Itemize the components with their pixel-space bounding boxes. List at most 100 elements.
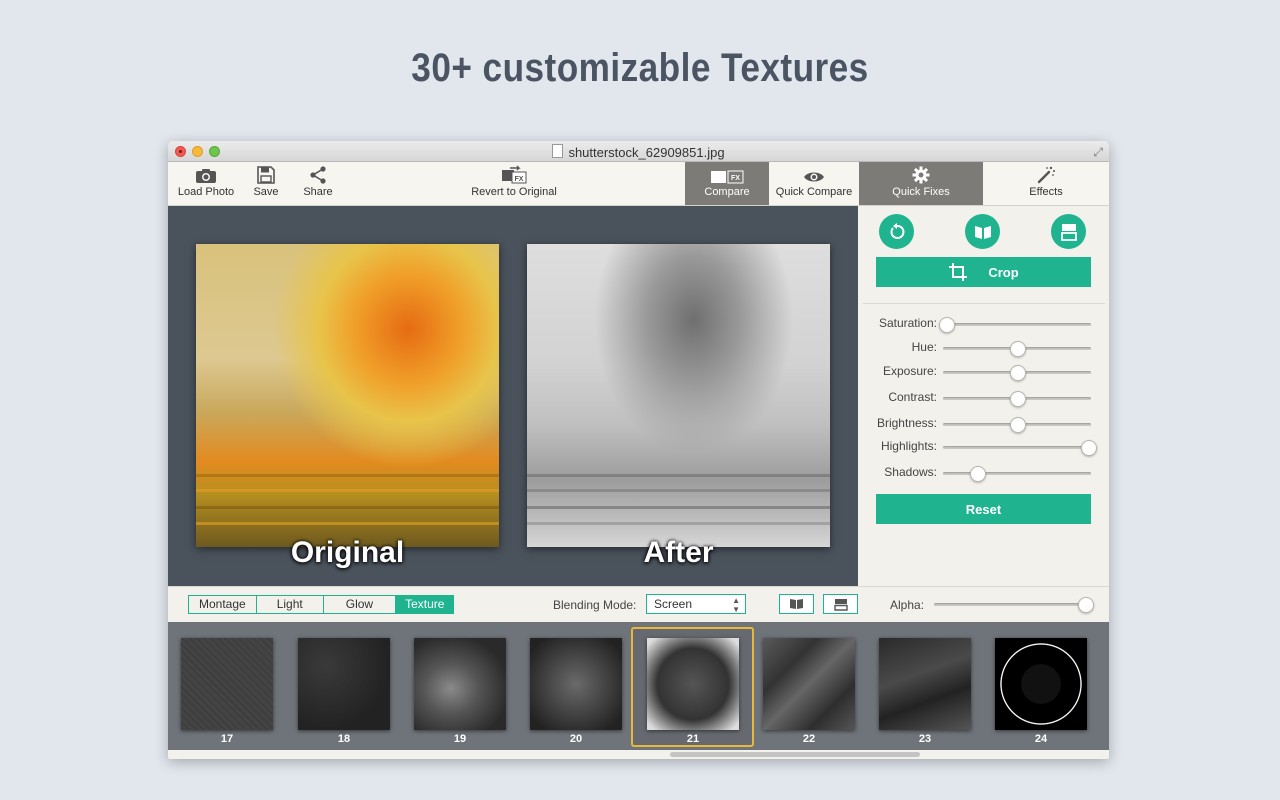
quick-compare-label: Quick Compare	[775, 186, 853, 198]
slider-knob[interactable]	[970, 466, 987, 482]
blending-mode-label: Blending Mode:	[553, 598, 637, 612]
save-label: Save	[253, 186, 279, 198]
quick-compare-button[interactable]: Quick Compare	[769, 162, 859, 205]
effects-tab[interactable]: Effects	[983, 162, 1109, 205]
texture-thumbnail[interactable]	[181, 638, 273, 730]
alpha-label: Alpha:	[890, 598, 925, 612]
original-photo	[196, 244, 499, 547]
slider-label: Contrast:	[888, 390, 937, 404]
texture-number: 18	[337, 733, 351, 745]
texture-flip-horizontal-button[interactable]	[779, 594, 814, 614]
after-caption: After	[643, 536, 714, 569]
panel-divider	[863, 303, 1105, 304]
load-photo-label: Load Photo	[177, 186, 235, 198]
share-button[interactable]: Share	[298, 162, 338, 205]
fullscreen-icon[interactable]: ⤢	[1093, 145, 1103, 160]
blend-category-tabs: Montage Light Glow Texture	[188, 595, 455, 614]
magic-wand-icon	[1037, 166, 1055, 184]
texture-number: 17	[220, 733, 234, 745]
revert-to-original-button[interactable]: FX Revert to Original	[468, 162, 560, 205]
alpha-slider-knob[interactable]	[1078, 597, 1095, 613]
texture-thumbnail[interactable]	[414, 638, 506, 730]
crop-label: Crop	[988, 264, 1019, 280]
tab-glow[interactable]: Glow	[324, 596, 397, 613]
adjustment-slider[interactable]	[938, 317, 1091, 333]
texture-thumbnail[interactable]	[647, 638, 739, 730]
slider-row: Highlights:	[859, 438, 1109, 456]
blend-options-bar: Montage Light Glow Texture Blending Mode: S…	[168, 586, 1109, 622]
flip-horizontal-icon	[790, 599, 803, 609]
flip-vertical-icon	[1060, 223, 1077, 241]
adjustment-slider[interactable]	[943, 417, 1091, 433]
share-icon	[310, 166, 326, 184]
save-icon	[257, 166, 275, 184]
slider-row: Brightness:	[859, 415, 1109, 433]
tab-texture[interactable]: Texture	[396, 596, 454, 613]
scrollbar-thumb[interactable]	[670, 752, 920, 757]
slider-label: Hue:	[911, 340, 937, 354]
alpha-slider[interactable]	[934, 597, 1095, 613]
texture-thumbnail[interactable]	[298, 638, 390, 730]
revert-fx-icon: FX	[502, 165, 527, 184]
camera-icon	[196, 169, 216, 183]
slider-row: Exposure:	[859, 363, 1109, 381]
adjustment-slider[interactable]	[943, 365, 1091, 381]
blending-mode-value: Screen	[654, 597, 693, 611]
adjustment-slider[interactable]	[943, 391, 1091, 407]
horizontal-scrollbar[interactable]	[168, 750, 1109, 759]
slider-row: Saturation:	[859, 315, 1109, 333]
compare-label: Compare	[704, 186, 750, 198]
texture-thumbnail[interactable]	[763, 638, 855, 730]
flip-vertical-icon	[833, 598, 848, 611]
slider-label: Shadows:	[884, 465, 937, 479]
slider-row: Hue:	[859, 339, 1109, 357]
toolbar: Load Photo Save Share FX Revert to Origi…	[168, 162, 1109, 206]
tab-montage[interactable]: Montage	[189, 596, 257, 613]
adjustment-slider[interactable]	[943, 440, 1098, 456]
document-icon	[552, 144, 564, 158]
quick-fixes-tab[interactable]: Quick Fixes	[859, 162, 983, 205]
adjustment-slider[interactable]	[943, 341, 1091, 357]
texture-thumbnail[interactable]	[879, 638, 971, 730]
texture-thumbnail[interactable]	[530, 638, 622, 730]
eye-icon	[804, 172, 824, 182]
slider-label: Brightness:	[876, 416, 937, 430]
flip-vertical-button[interactable]	[1051, 214, 1086, 249]
tab-light[interactable]: Light	[257, 596, 324, 613]
save-button[interactable]: Save	[248, 162, 284, 205]
revert-label: Revert to Original	[471, 186, 557, 198]
slider-label: Exposure:	[882, 364, 937, 378]
app-window: shutterstock_62909851.jpg ⤢ Load Photo S…	[168, 141, 1109, 759]
reset-button[interactable]: Reset	[876, 494, 1091, 524]
gear-icon	[912, 166, 930, 184]
load-photo-button[interactable]: Load Photo	[174, 162, 238, 205]
texture-number: 19	[453, 733, 467, 745]
crop-button[interactable]: Crop	[876, 257, 1091, 287]
slider-knob[interactable]	[1010, 365, 1026, 381]
preview-canvas: Original After	[168, 206, 858, 586]
texture-flip-vertical-button[interactable]	[823, 594, 858, 614]
slider-knob[interactable]	[1010, 417, 1026, 433]
adjustment-slider[interactable]	[943, 466, 1091, 482]
svg-text:FX: FX	[515, 176, 524, 183]
promo-headline: 30+ customizable Textures	[411, 46, 869, 90]
window-title: shutterstock_62909851.jpg	[168, 144, 1109, 160]
compare-button[interactable]: FX Compare	[685, 162, 769, 205]
texture-number: 22	[802, 733, 816, 745]
after-photo	[527, 244, 830, 547]
flip-horizontal-button[interactable]	[965, 214, 1000, 249]
slider-knob[interactable]	[1010, 391, 1026, 407]
slider-knob[interactable]	[1010, 341, 1026, 357]
texture-number: 23	[918, 733, 932, 745]
texture-thumbnail[interactable]	[995, 638, 1087, 730]
crop-icon	[949, 263, 968, 281]
blending-mode-select[interactable]: Screen ▲ ▼	[646, 594, 746, 614]
select-arrows-icon: ▲ ▼	[732, 596, 740, 614]
quick-fixes-label: Quick Fixes	[892, 186, 950, 198]
texture-number: 20	[569, 733, 583, 745]
rotate-button[interactable]	[879, 214, 914, 249]
compare-fx-icon: FX	[711, 170, 744, 184]
slider-knob[interactable]	[938, 317, 955, 333]
texture-number: 21	[686, 733, 700, 745]
slider-knob[interactable]	[1081, 440, 1098, 456]
